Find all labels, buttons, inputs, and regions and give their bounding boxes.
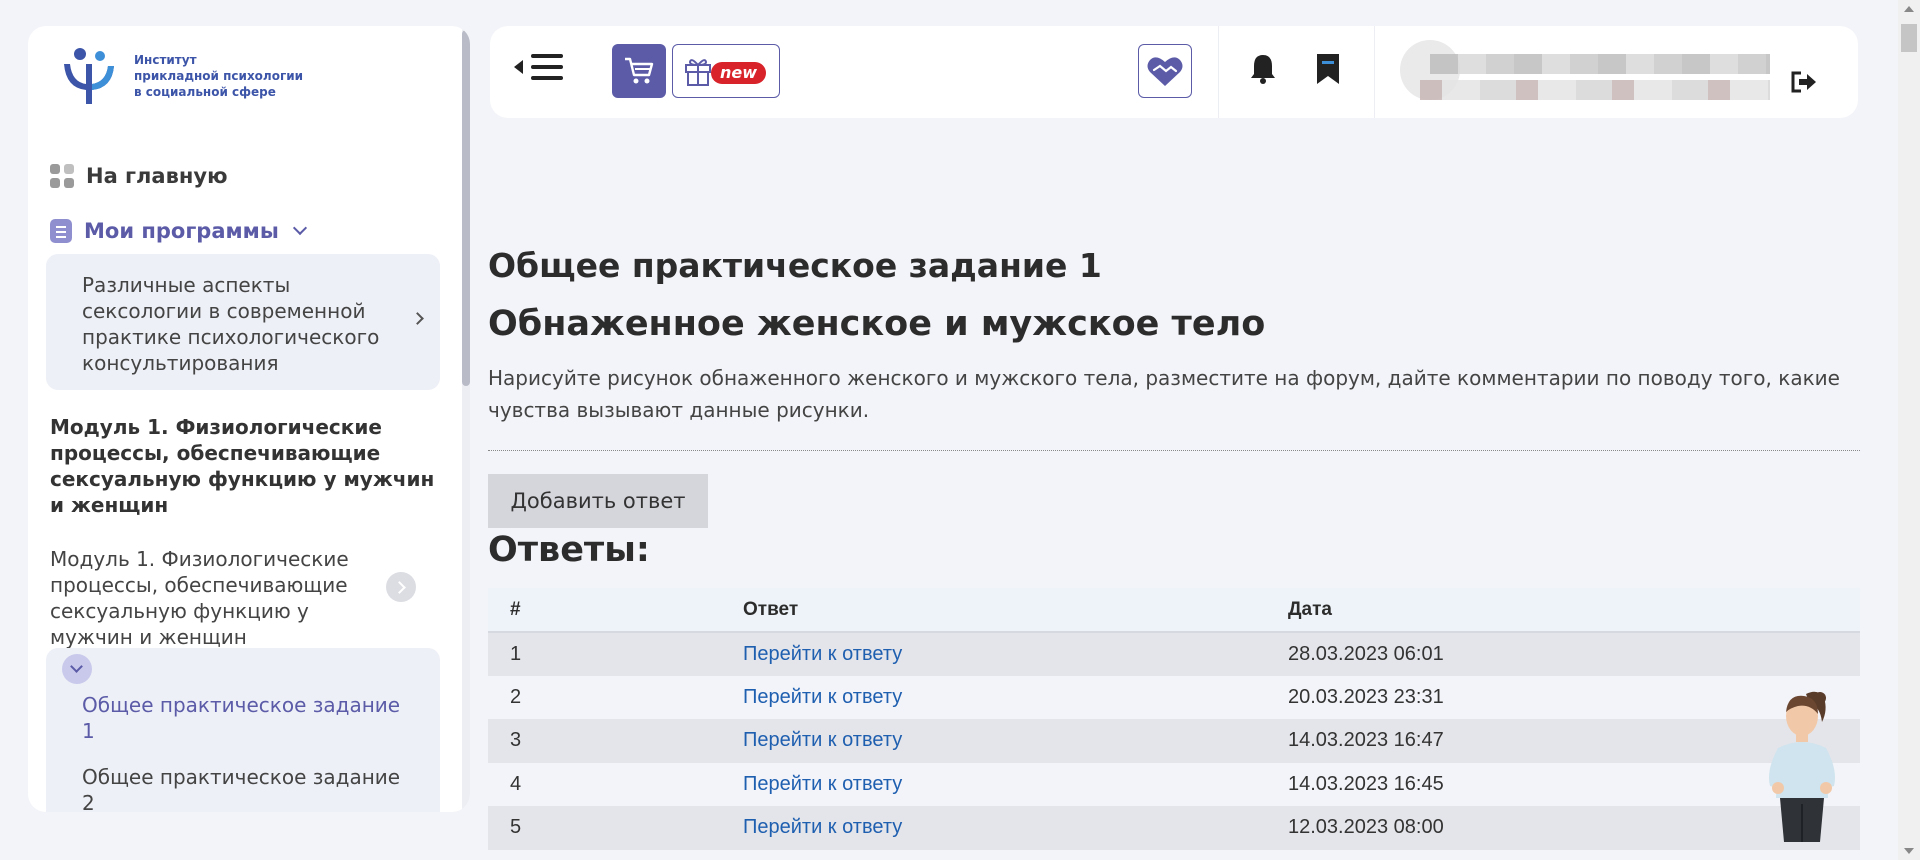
sidebar-toggle-button[interactable]: [514, 54, 563, 80]
dashboard-grid-icon: [50, 164, 74, 188]
user-name-blurred: [1430, 54, 1770, 74]
menu-icon: [531, 54, 563, 80]
logo-text: Институт прикладной психологии в социаль…: [134, 52, 303, 100]
answers-table: # Ответ Дата 1 Перейти к ответу 28.03.20…: [488, 588, 1860, 850]
task-item-1[interactable]: Общее практическое задание 1: [82, 692, 402, 744]
logout-icon[interactable]: [1790, 70, 1818, 94]
nav-my-programs[interactable]: Мои программы: [50, 219, 307, 243]
table-row: 3 Перейти к ответу 14.03.2023 16:47: [488, 719, 1860, 763]
page-title: Общее практическое задание 1: [488, 246, 1102, 285]
partnership-button[interactable]: [1138, 44, 1192, 98]
task-description: Нарисуйте рисунок обнаженного женского и…: [488, 366, 1840, 422]
row-number: 1: [488, 632, 743, 676]
user-email-blurred: [1420, 80, 1770, 100]
logo-line-2: прикладной психологии: [134, 69, 304, 83]
answers-heading: Ответы:: [488, 530, 650, 570]
row-number: 4: [488, 762, 743, 806]
answer-link[interactable]: Перейти к ответу: [743, 773, 902, 795]
sidebar: Институт прикладной психологии в социаль…: [28, 26, 470, 812]
task-title: Обнаженное женское и мужское тело: [488, 304, 1266, 344]
header-divider: [1374, 26, 1375, 118]
header-divider: [1218, 26, 1219, 118]
table-header-row: # Ответ Дата: [488, 588, 1860, 633]
program-card[interactable]: Различные аспекты сексологии в современн…: [46, 254, 440, 390]
column-header-number: #: [488, 588, 743, 633]
logo-line-3: в социальной сфере: [134, 85, 276, 99]
task-list-collapse-button[interactable]: [62, 654, 92, 684]
bookmark-icon[interactable]: [1314, 52, 1342, 86]
top-header: new: [490, 26, 1858, 118]
gift-icon: [685, 59, 711, 86]
answer-link[interactable]: Перейти к ответу: [743, 816, 902, 838]
table-row: 2 Перейти к ответу 20.03.2023 23:31: [488, 675, 1860, 719]
answer-link[interactable]: Перейти к ответу: [743, 686, 902, 708]
sidebar-scrollbar-thumb[interactable]: [462, 30, 470, 386]
module-link[interactable]: Модуль 1. Физиологические процессы, обес…: [50, 546, 390, 650]
user-profile[interactable]: [1400, 40, 1770, 110]
program-card-title: Различные аспекты сексологии в современн…: [82, 273, 380, 375]
row-date: 28.03.2023 06:01: [1288, 632, 1860, 676]
logo[interactable]: Институт прикладной психологии в социаль…: [56, 44, 303, 108]
logo-line-1: Институт: [134, 53, 197, 67]
row-number: 2: [488, 675, 743, 719]
table-row: 5 Перейти к ответу 12.03.2023 08:00: [488, 806, 1860, 850]
row-answer-cell: Перейти к ответу: [743, 806, 1288, 850]
cart-icon: [625, 57, 654, 84]
document-icon: [50, 219, 72, 243]
task-list: Общее практическое задание 1 Общее практ…: [46, 648, 440, 812]
task-item-2[interactable]: Общее практическое задание 2: [82, 764, 402, 812]
module-expand-button[interactable]: [386, 572, 416, 602]
gift-new-button[interactable]: new: [672, 44, 780, 98]
page-scrollbar[interactable]: [1898, 0, 1920, 860]
sidebar-scrollbar[interactable]: [462, 26, 470, 812]
nav-home-label: На главную: [86, 164, 228, 188]
column-header-answer: Ответ: [743, 588, 1288, 633]
row-answer-cell: Перейти к ответу: [743, 762, 1288, 806]
new-badge: new: [711, 62, 767, 84]
row-answer-cell: Перейти к ответу: [743, 675, 1288, 719]
nav-home[interactable]: На главную: [50, 164, 227, 188]
logo-mark-icon: [64, 48, 114, 104]
module-heading: Модуль 1. Физиологические процессы, обес…: [50, 415, 435, 517]
answer-link[interactable]: Перейти к ответу: [743, 643, 902, 665]
bell-icon[interactable]: [1248, 52, 1278, 86]
answer-link[interactable]: Перейти к ответу: [743, 729, 902, 751]
divider: [488, 450, 1860, 451]
page-scrollbar-thumb[interactable]: [1901, 24, 1917, 52]
row-number: 5: [488, 806, 743, 850]
assistant-avatar-icon[interactable]: [1758, 686, 1844, 842]
row-number: 3: [488, 719, 743, 763]
row-answer-cell: Перейти к ответу: [743, 719, 1288, 763]
cart-button[interactable]: [612, 44, 666, 98]
chevron-right-icon: [411, 312, 424, 325]
column-header-date: Дата: [1288, 588, 1860, 633]
add-answer-button[interactable]: Добавить ответ: [488, 474, 708, 528]
chevron-down-icon: [292, 220, 307, 236]
handshake-icon: [1147, 57, 1183, 86]
row-answer-cell: Перейти к ответу: [743, 632, 1288, 676]
scroll-up-arrow-icon[interactable]: [1904, 6, 1914, 12]
table-row: 1 Перейти к ответу 28.03.2023 06:01: [488, 632, 1860, 676]
nav-my-programs-label: Мои программы: [84, 219, 279, 243]
table-row: 4 Перейти к ответу 14.03.2023 16:45: [488, 762, 1860, 806]
scroll-down-arrow-icon[interactable]: [1904, 848, 1914, 854]
back-triangle-icon: [514, 60, 523, 74]
